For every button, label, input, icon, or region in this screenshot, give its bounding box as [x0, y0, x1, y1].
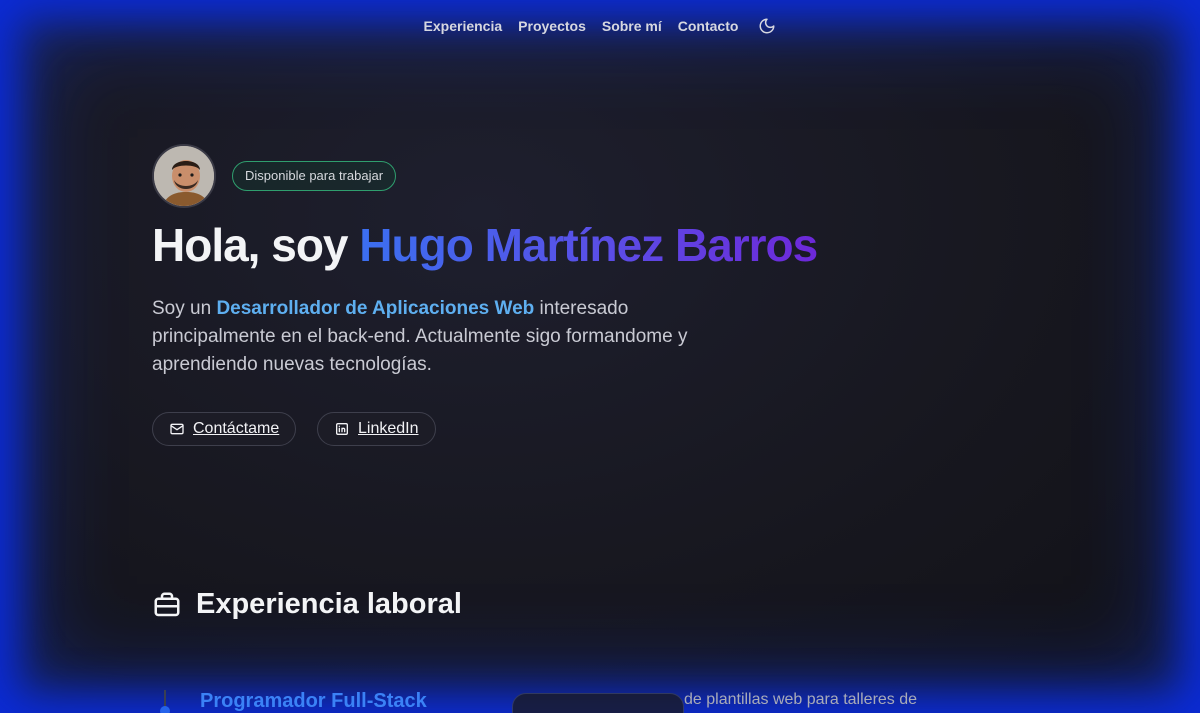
hero-intro: Soy un Desarrollador de Aplicaciones Web… — [152, 295, 692, 379]
nav-proyectos[interactable]: Proyectos — [518, 18, 586, 34]
nav-experiencia[interactable]: Experiencia — [424, 18, 503, 34]
avatar — [152, 144, 216, 208]
intro-text-start: Soy un — [152, 298, 217, 319]
experience-title-label: Experiencia laboral — [196, 588, 462, 620]
contact-button-label: Contáctame — [193, 420, 280, 437]
page-title: Hola, soy Hugo Martínez Barros — [152, 218, 818, 272]
job-preview-image — [512, 693, 684, 713]
nav-contacto[interactable]: Contacto — [678, 18, 739, 34]
hero-name: Hugo Martínez Barros — [359, 219, 818, 271]
intro-highlight: Desarrollador de Aplicaciones Web — [216, 298, 535, 319]
job-title: Programador Full-Stack — [200, 690, 427, 712]
briefcase-icon — [154, 592, 180, 616]
linkedin-icon — [336, 423, 348, 435]
contact-button[interactable]: Contáctame — [152, 412, 297, 446]
experience-section-title: Experiencia laboral — [152, 588, 462, 621]
job-description: de plantillas web para talleres de — [684, 691, 918, 708]
linkedin-button-label: LinkedIn — [358, 420, 419, 437]
status-badge: Disponible para trabajar — [232, 161, 397, 191]
timeline-dot — [160, 706, 170, 713]
moon-icon[interactable] — [758, 17, 776, 35]
top-nav: Experiencia Proyectos Sobre mí Contacto — [0, 17, 1200, 35]
mail-icon — [170, 423, 184, 435]
hero-greeting: Hola, soy — [152, 219, 360, 271]
linkedin-button[interactable]: LinkedIn — [317, 412, 436, 446]
nav-sobre-mi[interactable]: Sobre mí — [602, 18, 662, 34]
